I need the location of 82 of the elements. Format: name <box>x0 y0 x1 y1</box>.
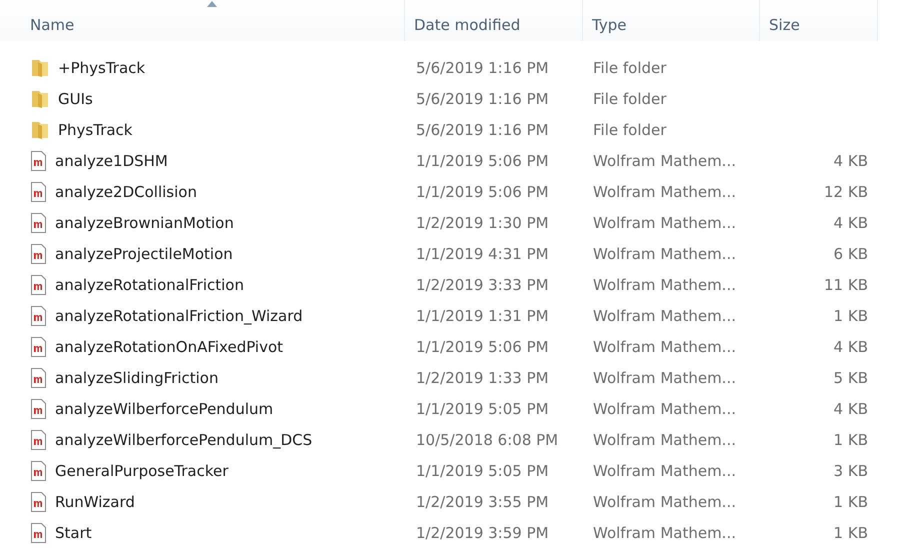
file-type: Wolfram Mathem... <box>592 368 737 386</box>
date-modified: 1/2/2019 1:30 PM <box>415 214 550 232</box>
file-icon <box>30 150 47 170</box>
file-size: 4 KB <box>832 152 869 170</box>
file-name[interactable]: RunWizard <box>55 492 135 510</box>
date-modified: 1/2/2019 1:33 PM <box>415 368 550 386</box>
date-modified: 1/1/2019 5:06 PM <box>415 182 550 200</box>
file-type: Wolfram Mathem... <box>592 306 737 324</box>
date-modified: 5/6/2019 1:16 PM <box>415 58 550 76</box>
file-type: File folder <box>592 120 668 138</box>
file-type: File folder <box>592 58 668 76</box>
file-icon <box>30 398 47 418</box>
date-modified: 1/1/2019 5:05 PM <box>415 462 550 480</box>
file-type: Wolfram Mathem... <box>592 462 737 480</box>
file-name[interactable]: analyzeBrownianMotion <box>55 214 234 232</box>
file-icon <box>30 336 47 356</box>
file-icon <box>30 492 47 512</box>
date-modified: 10/5/2018 6:08 PM <box>415 430 560 448</box>
file-type: Wolfram Mathem... <box>592 524 737 542</box>
file-name[interactable]: analyze1DSHM <box>55 152 168 170</box>
file-size: 1 KB <box>832 430 869 448</box>
file-type: Wolfram Mathem... <box>592 244 737 262</box>
file-icon <box>30 212 47 232</box>
file-name[interactable]: analyze2DCollision <box>55 182 197 200</box>
file-name[interactable]: analyzeProjectileMotion <box>55 244 233 262</box>
file-name[interactable]: PhysTrack <box>58 120 132 138</box>
file-size: 4 KB <box>832 214 869 232</box>
file-name[interactable]: analyzeSlidingFriction <box>55 368 218 386</box>
file-size: 4 KB <box>832 338 869 356</box>
file-name[interactable]: analyzeRotationalFriction <box>55 276 244 294</box>
file-name[interactable]: analyzeWilberforcePendulum <box>55 400 274 418</box>
folder-icon <box>30 120 50 140</box>
file-type: Wolfram Mathem... <box>592 214 737 232</box>
column-header[interactable]: Name <box>0 0 405 41</box>
file-type: Wolfram Mathem... <box>592 152 737 170</box>
file-size: 11 KB <box>823 276 869 294</box>
file-name[interactable]: analyzeRotationOnAFixedPivot <box>55 338 284 356</box>
file-type: Wolfram Mathem... <box>592 276 737 294</box>
file-size: 3 KB <box>832 462 869 480</box>
column-header[interactable]: Date modified <box>405 0 583 41</box>
file-icon <box>30 460 47 480</box>
file-icon <box>30 182 47 202</box>
file-size: 1 KB <box>832 524 869 542</box>
date-modified: 5/6/2019 1:16 PM <box>415 120 550 138</box>
file-size: 6 KB <box>832 244 869 262</box>
file-type: Wolfram Mathem... <box>592 492 737 510</box>
file-type: File folder <box>592 90 668 108</box>
file-type: Wolfram Mathem... <box>592 430 737 448</box>
file-name[interactable]: +PhysTrack <box>58 58 146 76</box>
date-modified: 1/1/2019 5:06 PM <box>415 152 550 170</box>
file-size: 5 KB <box>832 368 869 386</box>
folder-icon <box>30 58 50 78</box>
file-icon <box>30 368 47 388</box>
file-name[interactable]: analyzeRotationalFriction_Wizard <box>55 306 303 324</box>
file-icon <box>30 244 47 264</box>
folder-icon <box>30 88 50 108</box>
file-size: 12 KB <box>823 182 869 200</box>
file-icon <box>30 274 47 294</box>
file-size: 4 KB <box>832 400 869 418</box>
date-modified: 1/1/2019 1:31 PM <box>415 306 550 324</box>
date-modified: 1/1/2019 5:06 PM <box>415 338 550 356</box>
sort-ascending-icon <box>207 1 217 7</box>
date-modified: 1/2/2019 3:55 PM <box>415 492 550 510</box>
column-header[interactable]: Type <box>583 0 760 41</box>
file-name[interactable]: Start <box>55 524 92 542</box>
file-name[interactable]: GeneralPurposeTracker <box>55 462 228 480</box>
file-type: Wolfram Mathem... <box>592 338 737 356</box>
date-modified: 1/1/2019 5:05 PM <box>415 400 550 418</box>
file-icon <box>30 430 47 450</box>
file-type: Wolfram Mathem... <box>592 182 737 200</box>
file-size: 1 KB <box>832 306 869 324</box>
file-icon <box>30 522 47 542</box>
file-icon <box>30 306 47 326</box>
file-type: Wolfram Mathem... <box>592 400 737 418</box>
date-modified: 1/1/2019 4:31 PM <box>415 244 550 262</box>
date-modified: 1/2/2019 3:59 PM <box>415 524 550 542</box>
file-name[interactable]: analyzeWilberforcePendulum_DCS <box>55 430 312 448</box>
column-header[interactable]: Size <box>760 0 878 41</box>
date-modified: 1/2/2019 3:33 PM <box>415 276 550 294</box>
file-size: 1 KB <box>832 492 869 510</box>
date-modified: 5/6/2019 1:16 PM <box>415 90 550 108</box>
file-name[interactable]: GUIs <box>58 90 93 108</box>
